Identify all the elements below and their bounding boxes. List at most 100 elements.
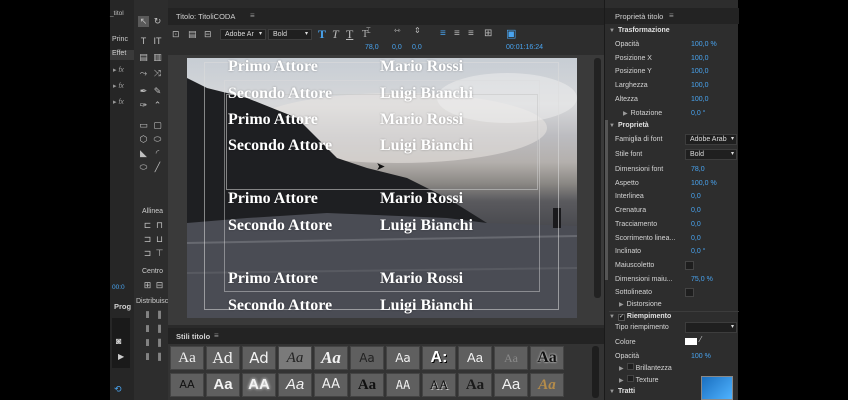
credit-name[interactable]: Mario Rossi bbox=[380, 190, 463, 208]
panel-menu-icon[interactable]: ≡ bbox=[669, 11, 674, 20]
credit-role[interactable]: Secondo Attore bbox=[228, 85, 332, 103]
sheen-checkbox[interactable] bbox=[626, 363, 634, 370]
styles-scrollbar[interactable] bbox=[592, 346, 599, 398]
distribute-icon[interactable]: ⫼ bbox=[154, 310, 165, 321]
underline-text-icon[interactable]: T bbox=[346, 27, 353, 42]
prop-distortion[interactable]: ▶ Distorsione bbox=[619, 298, 747, 312]
texture-preview[interactable] bbox=[701, 376, 733, 400]
texture-checkbox[interactable] bbox=[626, 375, 634, 382]
vertical-area-type-icon[interactable]: ▥ bbox=[152, 52, 163, 63]
credit-name[interactable]: Mario Rossi bbox=[380, 111, 463, 129]
selection-tool-icon[interactable]: ↖ bbox=[138, 16, 149, 27]
leading-value[interactable]: 0,0 bbox=[412, 44, 422, 51]
style-swatch[interactable]: AA bbox=[422, 373, 456, 397]
tab-stops-text-icon[interactable]: ⊞ bbox=[484, 28, 492, 39]
align-center-text-icon[interactable]: ≡ bbox=[454, 28, 460, 39]
font-size-value[interactable]: 78,0 bbox=[365, 44, 379, 51]
style-swatch[interactable]: Aa bbox=[350, 373, 384, 397]
vertical-path-type-icon[interactable]: ⤨ bbox=[152, 68, 163, 79]
style-swatch[interactable]: Aa bbox=[458, 346, 492, 370]
prop-kerning[interactable]: Crenatura 0,0 bbox=[615, 204, 743, 218]
wedge-tool-icon[interactable]: ◣ bbox=[138, 148, 149, 159]
rounded-corner-tool-icon[interactable]: ⬭ bbox=[152, 134, 163, 145]
distribute-icon[interactable]: ⫴ bbox=[142, 338, 153, 349]
align-right-icon[interactable]: ⊐ bbox=[142, 248, 153, 259]
bold-text-icon[interactable]: T bbox=[318, 27, 326, 42]
rounded-rectangle-tool-icon[interactable]: ▢ bbox=[152, 120, 163, 131]
credit-name[interactable]: Luigi Bianchi bbox=[380, 85, 473, 103]
style-swatch[interactable]: AA bbox=[314, 373, 348, 397]
center-horizontal-icon[interactable]: ⊞ bbox=[142, 280, 153, 291]
play-icon[interactable]: ▶ bbox=[118, 352, 124, 361]
path-type-tool-icon[interactable]: ⤳ bbox=[138, 68, 149, 79]
style-swatch[interactable]: Aa bbox=[278, 373, 312, 397]
tab-stops-icon[interactable]: ⊟ bbox=[204, 29, 212, 40]
prop-width[interactable]: Larghezza 100,0 bbox=[615, 79, 743, 93]
clipped-corner-tool-icon[interactable]: ⬡ bbox=[138, 134, 149, 145]
distribute-icon[interactable]: ⫴ bbox=[142, 324, 153, 335]
distribute-icon[interactable]: ⫼ bbox=[154, 324, 165, 335]
credit-role[interactable]: Primo Attore bbox=[228, 111, 318, 129]
align-top-icon[interactable]: ⊤ bbox=[154, 248, 165, 259]
left-panel-prog-tab[interactable]: Prog bbox=[114, 302, 131, 311]
pen-tool-icon[interactable]: ✒ bbox=[138, 86, 149, 97]
credit-name[interactable]: Luigi Bianchi bbox=[380, 137, 473, 155]
small-caps-checkbox[interactable] bbox=[685, 261, 694, 270]
prop-opacity[interactable]: Opacità 100,0 % bbox=[615, 38, 743, 52]
camera-icon[interactable]: ◙ bbox=[116, 336, 121, 346]
panel-menu-icon[interactable]: ≡ bbox=[250, 11, 255, 20]
prop-leading[interactable]: Interlinea 0,0 bbox=[615, 190, 743, 204]
style-swatch[interactable]: Aa bbox=[386, 346, 420, 370]
fill-type-select[interactable]: ▾ bbox=[685, 322, 737, 333]
properties-section-header[interactable]: ▼ Proprietà bbox=[609, 122, 649, 129]
distribute-icon[interactable]: ⫼ bbox=[154, 338, 165, 349]
credit-name[interactable]: Luigi Bianchi bbox=[380, 217, 473, 235]
prop-slant[interactable]: Inclinato 0,0 ° bbox=[615, 245, 743, 259]
left-top-tab[interactable]: _titol bbox=[110, 10, 134, 21]
vertical-type-tool-icon[interactable]: IT bbox=[152, 36, 163, 47]
underline-checkbox[interactable] bbox=[685, 288, 694, 297]
panel-menu-icon[interactable]: ≡ bbox=[214, 331, 219, 340]
left-tree-item[interactable]: ▸ fx bbox=[113, 66, 124, 74]
style-swatch[interactable]: AA bbox=[170, 373, 204, 397]
style-swatch[interactable]: Aa bbox=[350, 346, 384, 370]
title-timecode[interactable]: 00:01:16:24 bbox=[506, 44, 543, 51]
font-family-dropdown[interactable]: Adobe Ar ▾ bbox=[220, 29, 266, 40]
prop-rotation[interactable]: ▶ Rotazione 0,0 ° bbox=[615, 107, 743, 121]
style-swatch[interactable]: AA bbox=[386, 373, 420, 397]
fill-checkbox[interactable]: ✓ bbox=[617, 314, 625, 321]
properties-scrollbar[interactable] bbox=[605, 120, 608, 280]
new-title-icon[interactable]: ⊡ bbox=[172, 29, 180, 40]
style-swatch[interactable]: Aa bbox=[458, 373, 492, 397]
prop-tracking[interactable]: Tracciamento 0,0 bbox=[615, 218, 743, 232]
left-tree-item[interactable]: ▸ fx bbox=[113, 82, 124, 90]
canvas-scrollbar[interactable] bbox=[594, 58, 601, 298]
style-swatch[interactable]: AA bbox=[242, 373, 276, 397]
italic-text-icon[interactable]: T bbox=[332, 27, 339, 42]
line-tool-icon[interactable]: ╱ bbox=[152, 162, 163, 173]
credit-role[interactable]: Primo Attore bbox=[228, 58, 318, 76]
left-panel-princ-tab[interactable]: Princ bbox=[112, 36, 128, 43]
style-swatch[interactable]: Aa bbox=[278, 346, 312, 370]
ellipse-tool-icon[interactable]: ⬭ bbox=[138, 162, 149, 173]
background-video-icon[interactable]: ▣ bbox=[506, 27, 516, 40]
add-anchor-icon[interactable]: ✑ bbox=[138, 100, 149, 111]
prop-small-caps-size[interactable]: Dimensioni maiu... 75,0 % bbox=[615, 273, 743, 287]
prop-position-y[interactable]: Posizione Y 100,0 bbox=[615, 65, 743, 79]
area-type-tool-icon[interactable]: ▤ bbox=[138, 52, 149, 63]
convert-anchor-icon[interactable]: ⌃ bbox=[152, 100, 163, 111]
left-panel-effet-tab[interactable]: Effet bbox=[110, 50, 134, 60]
transform-section-header[interactable]: ▼ Trasformazione bbox=[609, 27, 670, 34]
eyedropper-icon[interactable]: ⁄ bbox=[700, 335, 701, 344]
prop-font-size[interactable]: Dimensioni font 78,0 bbox=[615, 163, 743, 177]
font-style-dropdown[interactable]: Bold ▾ bbox=[268, 29, 312, 40]
credit-name[interactable]: Mario Rossi bbox=[380, 58, 463, 76]
font-family-select[interactable]: Adobe Arab ▾ bbox=[685, 134, 737, 145]
align-vcenter-icon[interactable]: ⊓ bbox=[154, 220, 165, 231]
left-tree-item[interactable]: ▸ fx bbox=[113, 98, 124, 106]
prop-position-x[interactable]: Posizione X 100,0 bbox=[615, 52, 743, 66]
arc-tool-icon[interactable]: ◜ bbox=[152, 148, 163, 159]
distribute-icon[interactable]: ⫴ bbox=[142, 352, 153, 363]
style-swatch[interactable]: Ad bbox=[242, 346, 276, 370]
distribute-icon[interactable]: ⫼ bbox=[154, 352, 165, 363]
